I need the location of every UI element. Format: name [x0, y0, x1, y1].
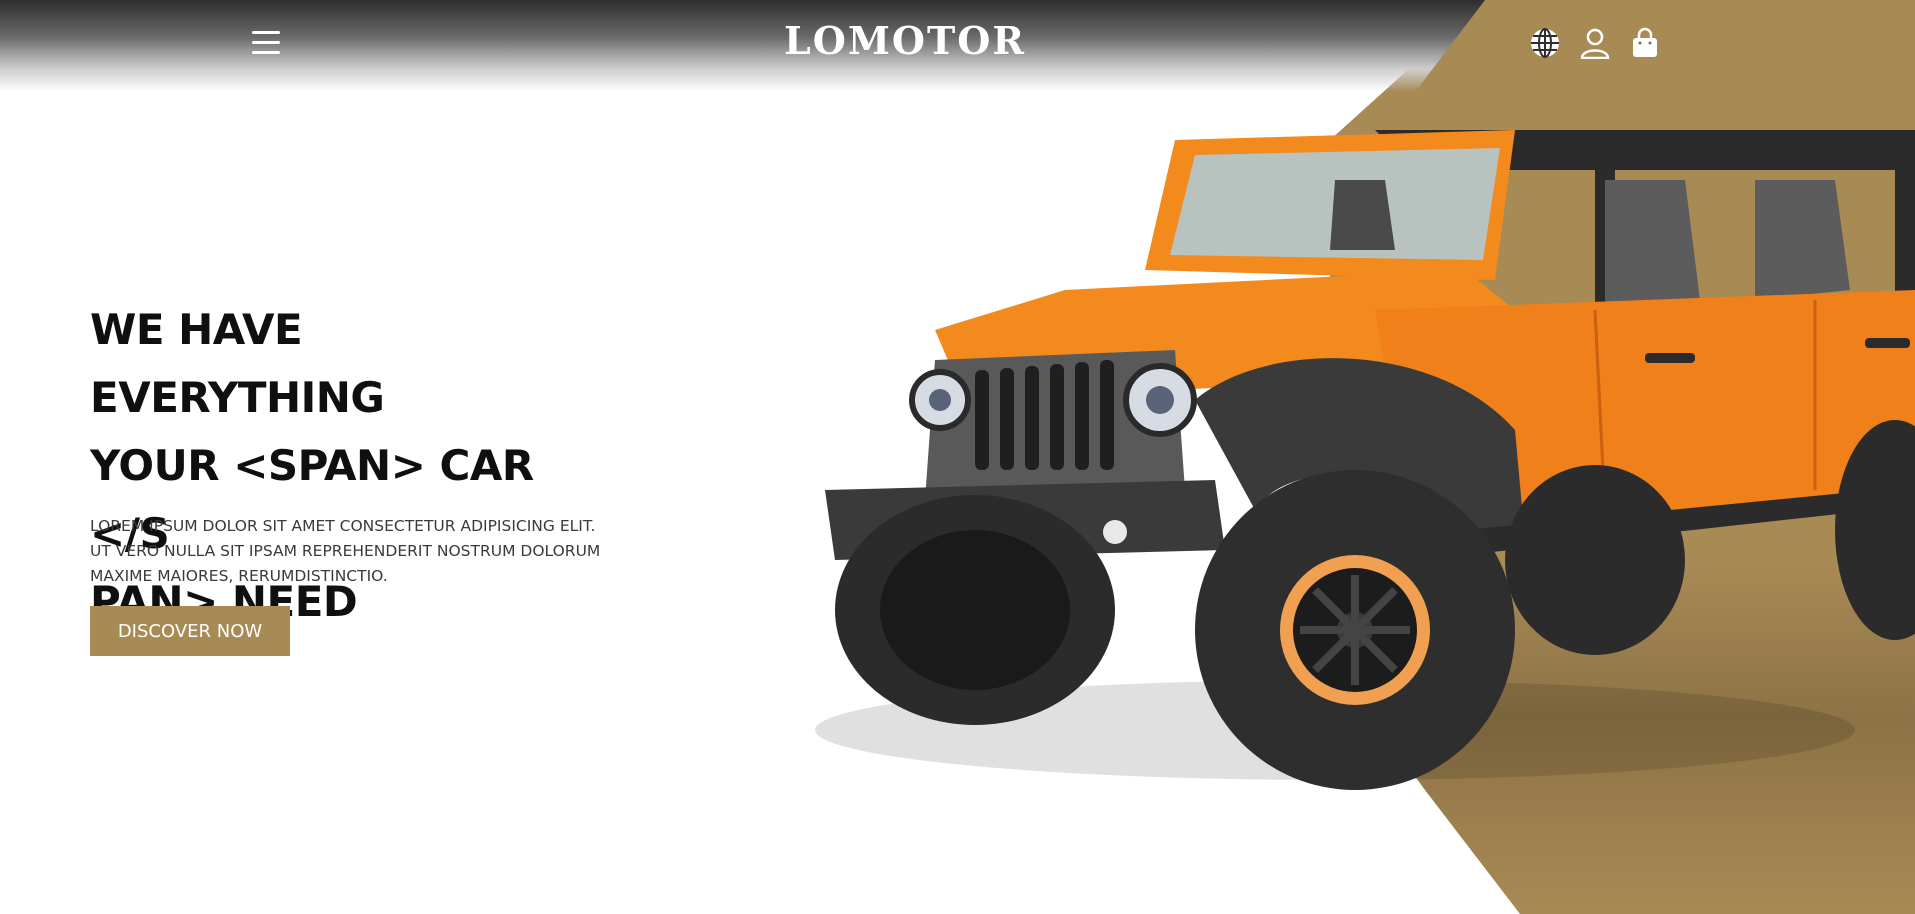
- hamburger-menu-icon[interactable]: [252, 31, 280, 55]
- hero-title-line: WE HAVE EVERYTHING: [90, 305, 385, 422]
- user-icon[interactable]: [1578, 26, 1612, 60]
- globe-icon[interactable]: [1528, 26, 1562, 60]
- brand-logo[interactable]: LOMOTOR: [760, 18, 1050, 63]
- shopping-bag-icon[interactable]: [1628, 26, 1662, 60]
- discover-now-button[interactable]: DISCOVER NOW: [90, 606, 290, 656]
- hero-description-line: LOREM IPSUM DOLOR SIT AMET CONSECTETUR A…: [90, 517, 596, 535]
- header-icons: [1528, 26, 1662, 62]
- orange-jeep-image: [815, 130, 1915, 790]
- hero-description: LOREM IPSUM DOLOR SIT AMET CONSECTETUR A…: [90, 514, 610, 589]
- hero-description-line: MAXIME MAIORES, RERUMDISTINCTIO.: [90, 567, 388, 585]
- hero-description-line: UT VERO NULLA SIT IPSAM REPREHENDERIT NO…: [90, 542, 601, 560]
